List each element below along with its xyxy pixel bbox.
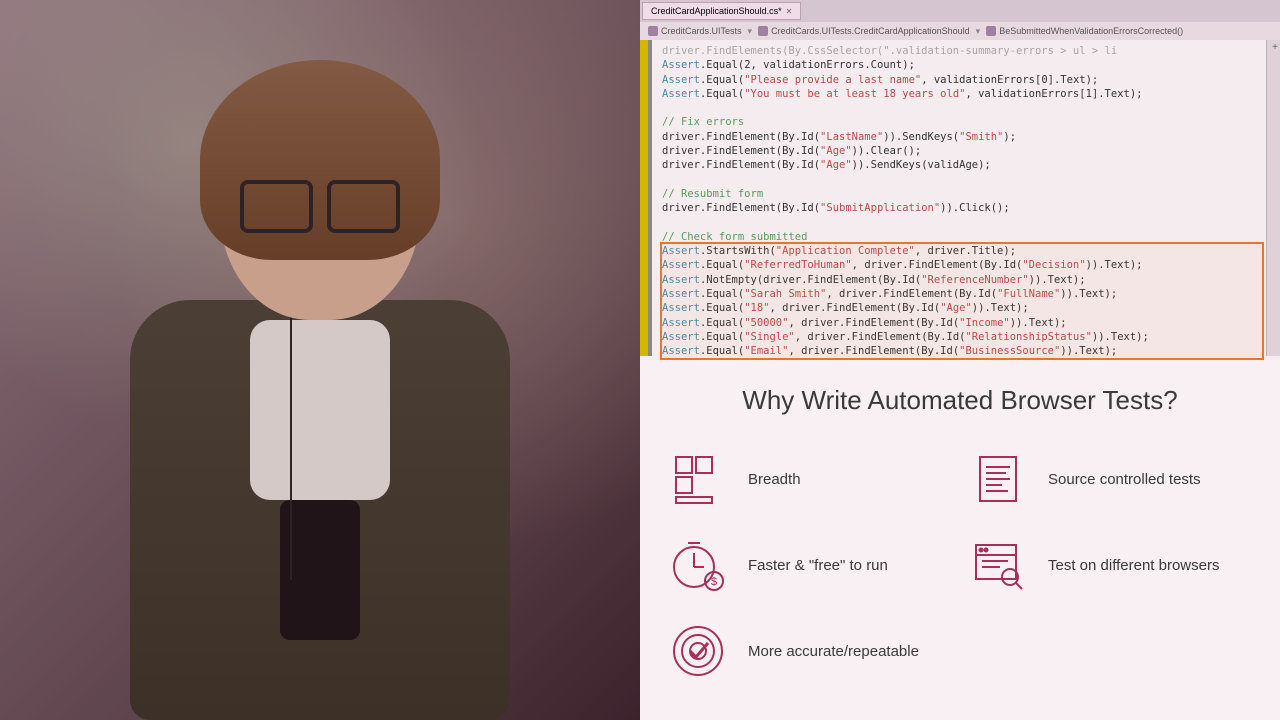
bullet-label: Faster & "free" to run [748, 557, 888, 574]
expand-icon[interactable]: + [1272, 42, 1278, 53]
browser-search-icon [970, 537, 1026, 593]
bullet-label: Test on different browsers [1048, 557, 1219, 574]
bullet-accurate: More accurate/repeatable [670, 623, 950, 679]
bullet-breadth: Breadth [670, 451, 950, 507]
bullet-label: Source controlled tests [1048, 471, 1201, 488]
svg-text:$: $ [711, 576, 717, 588]
bullet-source-control: Source controlled tests [970, 451, 1250, 507]
bullet-faster: $ Faster & "free" to run [670, 537, 950, 593]
bullet-label: Breadth [748, 471, 801, 488]
editor-tab-bar: CreditCardApplicationShould.cs* ✕ [640, 0, 1280, 22]
ide-screenshot: CreditCardApplicationShould.cs* ✕ Credit… [640, 0, 1280, 360]
document-code-icon [970, 451, 1026, 507]
bullet-browsers: Test on different browsers [970, 537, 1250, 593]
class-icon [758, 26, 768, 36]
outline-gutter [648, 40, 652, 356]
bullet-label: More accurate/repeatable [748, 643, 919, 660]
method-icon [986, 26, 996, 36]
tab-filename: CreditCardApplicationShould.cs* [651, 6, 782, 16]
editor-tab-active[interactable]: CreditCardApplicationShould.cs* ✕ [642, 2, 801, 20]
breadcrumb-class[interactable]: CreditCards.UITests.CreditCardApplicatio… [754, 26, 974, 36]
grid-icon [670, 451, 726, 507]
breadcrumb-project[interactable]: CreditCards.UITests [644, 26, 746, 36]
stopwatch-dollar-icon: $ [670, 537, 726, 593]
course-thumbnail-photo [0, 0, 640, 720]
close-icon[interactable]: ✕ [786, 7, 793, 16]
csharp-icon [648, 26, 658, 36]
slide-panel: Why Write Automated Browser Tests? Bread… [640, 360, 1280, 720]
scrollbar-preview[interactable]: + [1266, 40, 1280, 356]
breadcrumb-method[interactable]: BeSubmittedWhenValidationErrorsCorrected… [982, 26, 1187, 36]
slide-title: Why Write Automated Browser Tests? [670, 385, 1250, 416]
target-check-icon [670, 623, 726, 679]
code-breadcrumb: CreditCards.UITests ▾ CreditCards.UITest… [640, 22, 1280, 40]
code-highlight-box [660, 242, 1264, 360]
change-gutter [640, 40, 648, 356]
